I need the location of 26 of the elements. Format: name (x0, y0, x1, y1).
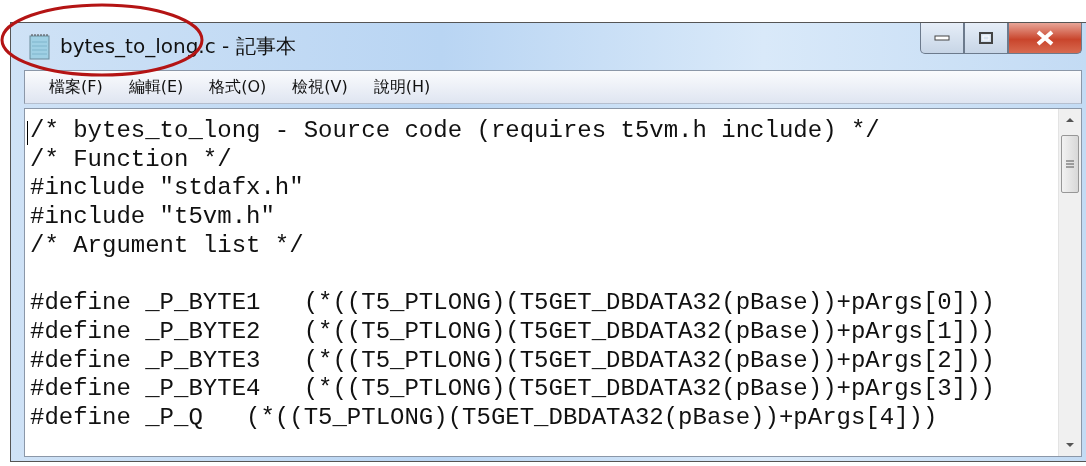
code-line: #define _P_BYTE4 (*((T5_PTLONG)(T5GET_DBDATA32(pBase))+pArgs[3])) (30, 375, 995, 404)
code-line: #define _P_BYTE2 (*((T5_PTLONG)(T5GET_DBDATA32(pBase))+pArgs[1])) (30, 317, 995, 347)
scroll-thumb[interactable] (1061, 135, 1079, 193)
text-cursor (27, 121, 28, 145)
menu-item[interactable]: 檢視(V) (282, 72, 358, 102)
menu-item[interactable]: 說明(H) (363, 72, 441, 102)
code-line: #include "t5vm.h" (30, 203, 275, 232)
code-line: /* bytes_to_long - Source code (requires t5vm.h include) */ (30, 117, 880, 146)
code-line: /* Argument list */ (30, 231, 304, 261)
minimize-icon (934, 35, 950, 41)
maximize-icon (979, 32, 993, 44)
code-line: #define _P_BYTE1 (*((T5_PTLONG)(T5GET_DBDATA32(pBase))+pArgs[0])) (30, 289, 995, 318)
code-line: #define _P_Q (*((T5_PTLONG)(T5GET_DBDATA32(pBase))+pArgs[4])) (30, 403, 938, 433)
notepad-icon (28, 32, 52, 61)
minimize-button[interactable] (920, 23, 964, 54)
menu-item[interactable]: 檔案(F) (39, 72, 113, 102)
code-line: /* Function */ (30, 145, 232, 175)
vertical-scrollbar[interactable] (1058, 109, 1081, 456)
menu-item[interactable]: 格式(O) (199, 72, 277, 102)
maximize-button[interactable] (964, 23, 1008, 54)
code-line: #define _P_BYTE3 (*((T5_PTLONG)(T5GET_DBDATA32(pBase))+pArgs[2])) (30, 346, 995, 376)
code-line: #include "stdafx.h" (30, 174, 304, 204)
close-button[interactable] (1008, 23, 1082, 54)
grip-icon (1066, 160, 1074, 168)
close-icon (1035, 30, 1055, 46)
menu-item[interactable]: 編輯(E) (118, 72, 194, 102)
